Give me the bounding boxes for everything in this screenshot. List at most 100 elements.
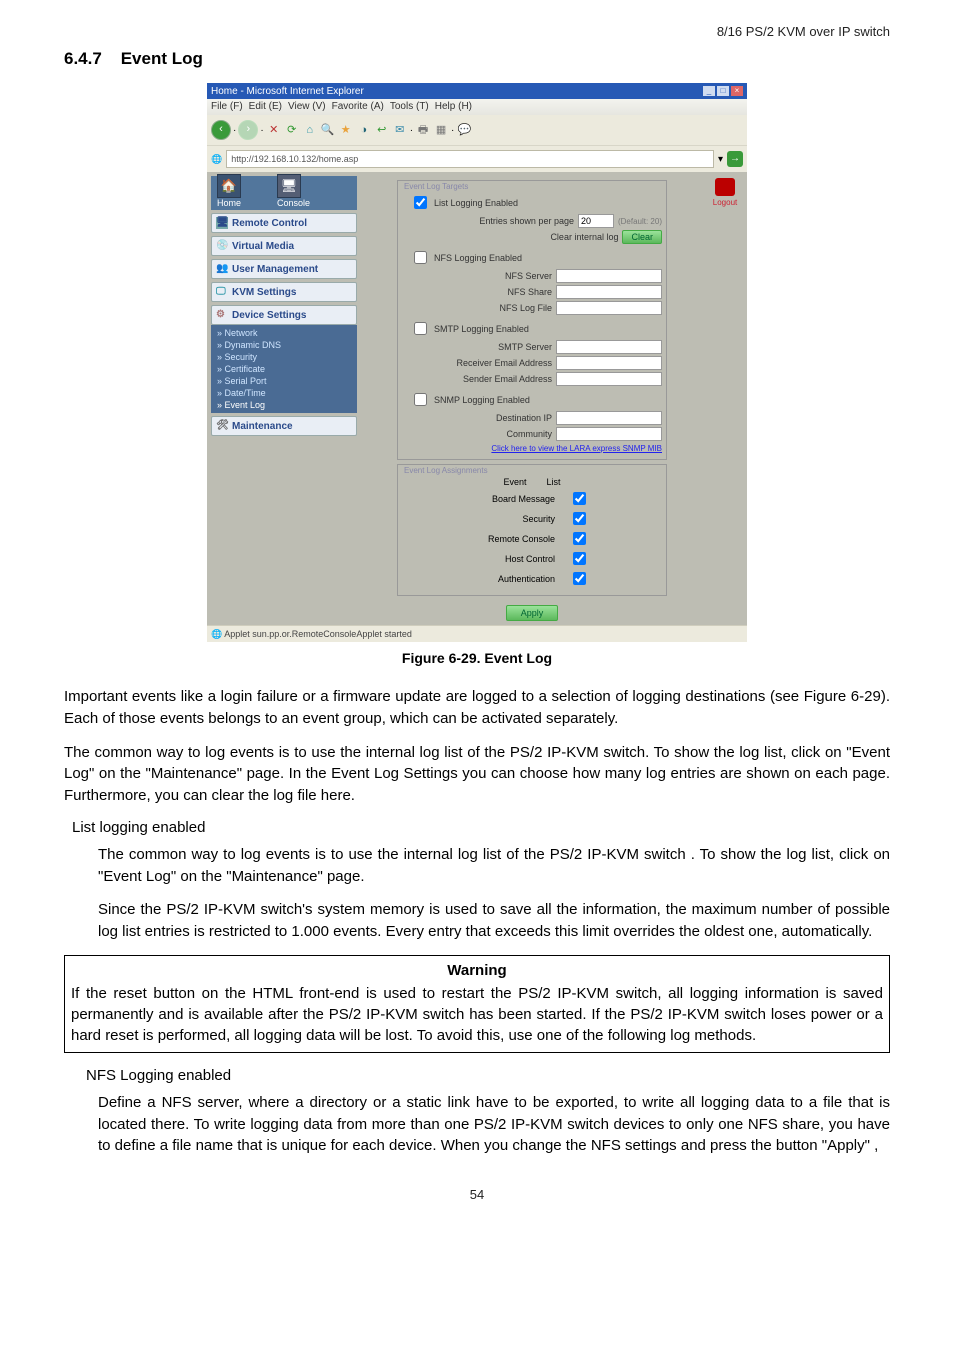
sub1-paragraph-1: The common way to log events is to use t… — [98, 844, 890, 888]
nfs-server-input[interactable] — [556, 269, 662, 283]
clear-log-label: Clear internal log — [550, 232, 618, 242]
cb-authentication[interactable] — [573, 572, 586, 585]
community-input[interactable] — [556, 427, 662, 441]
col-list: List — [547, 477, 561, 487]
window-title: Home - Microsoft Internet Explorer — [211, 86, 364, 97]
address-input[interactable]: http://192.168.10.132/home.asp — [226, 150, 714, 168]
nav-device-settings[interactable]: ⚙ Device Settings — [211, 305, 357, 325]
stop-icon[interactable]: ✕ — [266, 122, 282, 138]
nfs-file-input[interactable] — [556, 301, 662, 315]
page-number: 54 — [64, 1187, 890, 1202]
page-header-right: 8/16 PS/2 KVM over IP switch — [64, 24, 890, 39]
submenu-serial-port[interactable]: » Serial Port — [217, 375, 357, 387]
nfs-logging-checkbox[interactable] — [414, 251, 427, 264]
apply-button[interactable]: Apply — [506, 605, 559, 621]
nav-remote-label: Remote Control — [232, 218, 307, 229]
section-title: 6.4.7 Event Log — [64, 49, 890, 69]
nav-remote-control[interactable]: 🖥 Remote Control — [211, 213, 357, 233]
sub2-paragraph-1: Define a NFS server, where a directory o… — [98, 1092, 890, 1157]
submenu-event-log[interactable]: » Event Log — [217, 399, 357, 411]
sender-input[interactable] — [556, 372, 662, 386]
minimize-icon[interactable]: _ — [703, 86, 715, 96]
snmp-logging-checkbox[interactable] — [414, 393, 427, 406]
status-text: Applet sun.pp.or.RemoteConsoleApplet sta… — [224, 629, 412, 639]
nav-virtual-media[interactable]: 💿 Virtual Media — [211, 236, 357, 256]
logout-column: Logout — [703, 172, 747, 625]
nav-user-label: User Management — [232, 264, 318, 275]
event-log-targets-fieldset: Event Log Targets List Logging Enabled E… — [397, 180, 667, 460]
sidebar: 🏠 Home 🖥 Console 🖥 Remote Control 💿 Virt… — [207, 172, 361, 625]
media-icon[interactable]: ◑ — [356, 122, 372, 138]
maximize-icon[interactable]: □ — [717, 86, 729, 96]
submenu-date-time[interactable]: » Date/Time — [217, 387, 357, 399]
figure-caption: Figure 6-29. Event Log — [64, 650, 890, 666]
cb-host-control[interactable] — [573, 552, 586, 565]
entries-input[interactable] — [578, 214, 614, 228]
list-logging-row: List Logging Enabled — [402, 193, 662, 212]
go-button[interactable]: → — [727, 151, 743, 167]
nav-maintenance[interactable]: 🛠 Maintenance — [211, 416, 357, 436]
smtp-server-input[interactable] — [556, 340, 662, 354]
dest-ip-input[interactable] — [556, 411, 662, 425]
subheading-nfs-logging: NFS Logging enabled — [86, 1067, 890, 1084]
receiver-input[interactable] — [556, 356, 662, 370]
mib-link[interactable]: Click here to view the LARA express SNMP… — [491, 444, 662, 453]
subheading-list-logging: List logging enabled — [72, 819, 890, 836]
console-label[interactable]: Console — [277, 198, 310, 208]
cb-remote-console[interactable] — [573, 532, 586, 545]
submenu-dns[interactable]: » Dynamic DNS — [217, 339, 357, 351]
col-event: Event — [503, 477, 526, 487]
sender-label: Sender Email Address — [463, 374, 552, 384]
smtp-logging-checkbox[interactable] — [414, 322, 427, 335]
submenu-network[interactable]: » Network — [217, 327, 357, 339]
snmp-logging-row: SNMP Logging Enabled — [402, 390, 662, 409]
nav-maint-label: Maintenance — [232, 421, 293, 432]
warning-box: Warning If the reset button on the HTML … — [64, 955, 890, 1053]
disc-icon: 💿 — [216, 240, 228, 252]
section-name: Event Log — [121, 49, 203, 68]
menu-edit[interactable]: Edit (E) — [249, 99, 282, 115]
window-titlebar: Home - Microsoft Internet Explorer _ □ × — [207, 83, 747, 99]
logout-icon[interactable] — [715, 178, 735, 196]
back-icon[interactable]: ‹ — [211, 120, 231, 140]
nav-kvm-settings[interactable]: 🖵 KVM Settings — [211, 282, 357, 302]
logout-label[interactable]: Logout — [713, 198, 737, 207]
nfs-logging-label: NFS Logging Enabled — [434, 253, 522, 263]
snmp-logging-label: SNMP Logging Enabled — [434, 395, 530, 405]
menu-favorite[interactable]: Favorite (A) — [332, 99, 384, 115]
section-number: 6.4.7 — [64, 49, 102, 68]
submenu-security[interactable]: » Security — [217, 351, 357, 363]
forward-icon[interactable]: › — [238, 120, 258, 140]
nfs-share-input[interactable] — [556, 285, 662, 299]
search-icon[interactable]: 🔍 — [320, 122, 336, 138]
refresh-icon[interactable]: ⟳ — [284, 122, 300, 138]
mail-icon[interactable]: ✉ — [392, 122, 408, 138]
history-icon[interactable]: ↩ — [374, 122, 390, 138]
house-icon[interactable]: 🏠 — [217, 174, 241, 198]
clear-button[interactable]: Clear — [622, 230, 662, 244]
menu-tools[interactable]: Tools (T) — [390, 99, 429, 115]
nfs-file-label: NFS Log File — [499, 303, 552, 313]
submenu-certificate[interactable]: » Certificate — [217, 363, 357, 375]
nfs-share-label: NFS Share — [507, 287, 552, 297]
home-icon[interactable]: ⌂ — [302, 122, 318, 138]
print-icon[interactable]: 🖶 — [415, 122, 431, 138]
cb-security[interactable] — [573, 512, 586, 525]
cb-board-message[interactable] — [573, 492, 586, 505]
console-icon[interactable]: 🖥 — [277, 174, 301, 198]
menu-help[interactable]: Help (H) — [435, 99, 472, 115]
menu-file[interactable]: File (F) — [211, 99, 243, 115]
nav-user-management[interactable]: 👥 User Management — [211, 259, 357, 279]
edit-icon[interactable]: ▦ — [433, 122, 449, 138]
device-settings-submenu: » Network » Dynamic DNS » Security » Cer… — [211, 325, 357, 413]
dest-ip-label: Destination IP — [496, 413, 552, 423]
list-logging-checkbox[interactable] — [414, 196, 427, 209]
sub1-paragraph-2: Since the PS/2 IP-KVM switch's system me… — [98, 899, 890, 943]
discuss-icon[interactable]: 💬 — [456, 122, 472, 138]
close-icon[interactable]: × — [731, 86, 743, 96]
community-label: Community — [506, 429, 552, 439]
menu-view[interactable]: View (V) — [288, 99, 326, 115]
browser-toolbar: ‹ · › · ✕ ⟳ ⌂ 🔍 ★ ◑ ↩ ✉ · 🖶 ▦ · 💬 — [207, 115, 747, 145]
home-label[interactable]: Home — [217, 198, 241, 208]
favorites-icon[interactable]: ★ — [338, 122, 354, 138]
